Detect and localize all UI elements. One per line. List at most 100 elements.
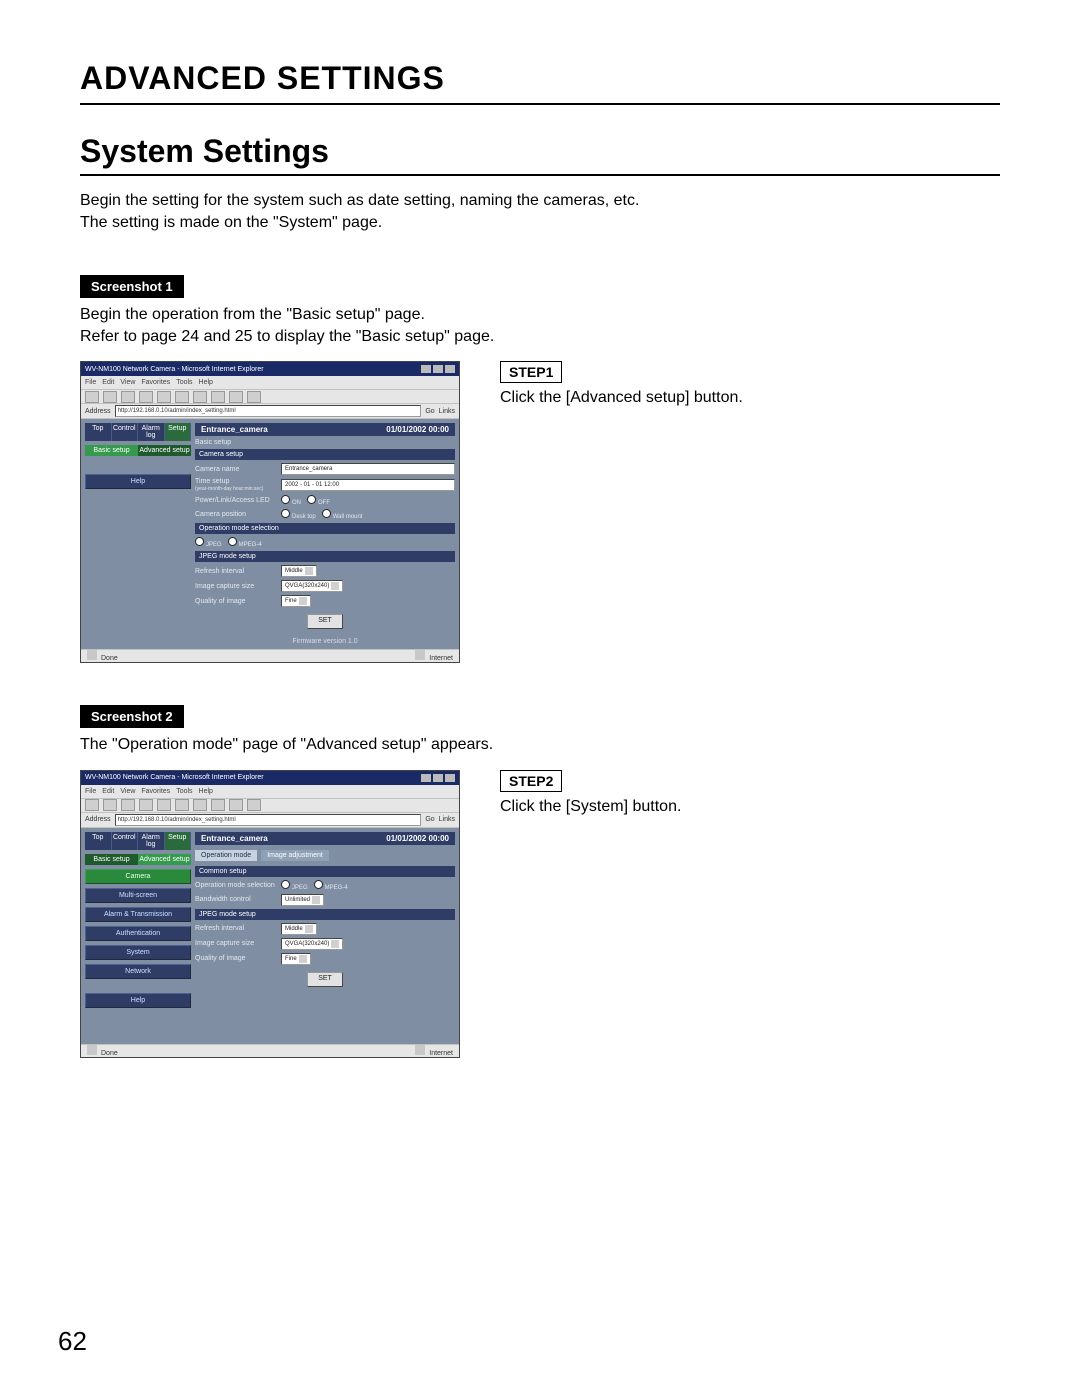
history-icon[interactable] bbox=[211, 799, 225, 811]
chevron-down-icon bbox=[331, 582, 339, 590]
menu-file[interactable]: File bbox=[85, 788, 96, 795]
subtab-image-adjustment[interactable]: Image adjustment bbox=[261, 850, 329, 861]
time-setup-label-text: Time setup bbox=[195, 478, 229, 485]
print-icon[interactable] bbox=[247, 391, 261, 403]
sidebar-item-system[interactable]: System bbox=[85, 945, 191, 960]
tab-top[interactable]: Top bbox=[85, 423, 112, 441]
close-icon[interactable] bbox=[445, 774, 455, 782]
content-header: Entrance_camera 01/01/2002 00:00 bbox=[195, 423, 455, 436]
tab-control[interactable]: Control bbox=[112, 832, 139, 850]
tab-advanced-setup[interactable]: Advanced setup bbox=[138, 854, 191, 865]
opmode-jpeg-radio[interactable]: JPEG bbox=[281, 880, 308, 891]
maximize-icon[interactable] bbox=[433, 365, 443, 373]
tab-setup[interactable]: Setup bbox=[165, 423, 192, 441]
home-icon[interactable] bbox=[157, 391, 171, 403]
close-icon[interactable] bbox=[445, 365, 455, 373]
capsize-value: QVGA(320x240) bbox=[285, 939, 329, 949]
links-label[interactable]: Links bbox=[439, 816, 455, 823]
section-opmode: Operation mode selection bbox=[195, 523, 455, 534]
menu-edit[interactable]: Edit bbox=[102, 788, 114, 795]
back-icon[interactable] bbox=[85, 391, 99, 403]
page-subtitle: System Settings bbox=[80, 133, 1000, 170]
sidebar-item-help[interactable]: Help bbox=[85, 474, 191, 489]
links-label[interactable]: Links bbox=[439, 408, 455, 415]
led-off-label: OFF bbox=[318, 500, 330, 506]
maximize-icon[interactable] bbox=[433, 774, 443, 782]
subtab-operation-mode[interactable]: Operation mode bbox=[195, 850, 257, 861]
go-button[interactable]: Go bbox=[425, 816, 434, 823]
history-icon[interactable] bbox=[211, 391, 225, 403]
tab-basic-setup[interactable]: Basic setup bbox=[85, 445, 138, 456]
capsize-select[interactable]: QVGA(320x240) bbox=[281, 938, 343, 950]
sidebar-item-alarm[interactable]: Alarm & Transmission bbox=[85, 907, 191, 922]
position-wall-label: Wall mount bbox=[333, 514, 363, 520]
time-setup-field[interactable]: 2002 - 01 - 01 12:00 bbox=[281, 479, 455, 491]
menu-file[interactable]: File bbox=[85, 379, 96, 386]
menu-help[interactable]: Help bbox=[199, 788, 213, 795]
screenshot-1-label: Screenshot 1 bbox=[80, 275, 184, 298]
screenshot-2-window: WV-NM100 Network Camera - Microsoft Inte… bbox=[80, 770, 460, 1058]
camera-name-field[interactable]: Entrance_camera bbox=[281, 463, 455, 475]
position-desktop-radio[interactable]: Desk top bbox=[281, 509, 316, 520]
position-desktop-label: Desk top bbox=[292, 514, 316, 520]
tab-advanced-setup[interactable]: Advanced setup bbox=[138, 445, 191, 456]
quality-label: Quality of image bbox=[195, 598, 277, 605]
refresh-icon[interactable] bbox=[139, 391, 153, 403]
mail-icon[interactable] bbox=[229, 391, 243, 403]
refresh-icon[interactable] bbox=[139, 799, 153, 811]
home-icon[interactable] bbox=[157, 799, 171, 811]
led-on-radio[interactable]: ON bbox=[281, 495, 301, 506]
position-wall-radio[interactable]: Wall mount bbox=[322, 509, 363, 520]
tab-setup[interactable]: Setup bbox=[165, 832, 192, 850]
address-label: Address bbox=[85, 408, 111, 415]
set-button[interactable]: SET bbox=[307, 972, 343, 987]
address-input[interactable]: http://192.168.0.10/admin/index_setting.… bbox=[115, 405, 422, 417]
favorites-icon[interactable] bbox=[193, 799, 207, 811]
menu-favorites[interactable]: Favorites bbox=[141, 379, 170, 386]
tab-alarmlog[interactable]: Alarm log bbox=[138, 423, 165, 441]
stop-icon[interactable] bbox=[121, 799, 135, 811]
quality-select[interactable]: Fine bbox=[281, 953, 311, 965]
tab-control[interactable]: Control bbox=[112, 423, 139, 441]
opmode-mpeg4-radio[interactable]: MPEG-4 bbox=[314, 880, 348, 891]
forward-icon[interactable] bbox=[103, 391, 117, 403]
menu-tools[interactable]: Tools bbox=[176, 788, 192, 795]
opmode-jpeg-radio[interactable]: JPEG bbox=[195, 537, 222, 548]
opmode-jpeg-label: JPEG bbox=[292, 885, 308, 891]
menu-help[interactable]: Help bbox=[199, 379, 213, 386]
sidebar-item-help[interactable]: Help bbox=[85, 993, 191, 1008]
minimize-icon[interactable] bbox=[421, 365, 431, 373]
sidebar-item-camera[interactable]: Camera bbox=[85, 869, 191, 884]
address-input[interactable]: http://192.168.0.10/admin/index_setting.… bbox=[115, 814, 422, 826]
tab-alarmlog[interactable]: Alarm log bbox=[138, 832, 165, 850]
search-icon[interactable] bbox=[175, 391, 189, 403]
favorites-icon[interactable] bbox=[193, 391, 207, 403]
minimize-icon[interactable] bbox=[421, 774, 431, 782]
print-icon[interactable] bbox=[247, 799, 261, 811]
stop-icon[interactable] bbox=[121, 391, 135, 403]
menu-view[interactable]: View bbox=[120, 788, 135, 795]
refresh-select[interactable]: Middle bbox=[281, 923, 317, 935]
search-icon[interactable] bbox=[175, 799, 189, 811]
tab-basic-setup[interactable]: Basic setup bbox=[85, 854, 138, 865]
menu-favorites[interactable]: Favorites bbox=[141, 788, 170, 795]
tab-top[interactable]: Top bbox=[85, 832, 112, 850]
capsize-select[interactable]: QVGA(320x240) bbox=[281, 580, 343, 592]
bandwidth-select[interactable]: Unlimited bbox=[281, 894, 324, 906]
mail-icon[interactable] bbox=[229, 799, 243, 811]
set-button[interactable]: SET bbox=[307, 614, 343, 629]
menu-tools[interactable]: Tools bbox=[176, 379, 192, 386]
refresh-select[interactable]: Middle bbox=[281, 565, 317, 577]
menu-edit[interactable]: Edit bbox=[102, 379, 114, 386]
menu-view[interactable]: View bbox=[120, 379, 135, 386]
refresh-label: Refresh interval bbox=[195, 925, 277, 932]
led-off-radio[interactable]: OFF bbox=[307, 495, 330, 506]
forward-icon[interactable] bbox=[103, 799, 117, 811]
go-button[interactable]: Go bbox=[425, 408, 434, 415]
sidebar-item-multiscreen[interactable]: Multi-screen bbox=[85, 888, 191, 903]
sidebar-item-authentication[interactable]: Authentication bbox=[85, 926, 191, 941]
quality-select[interactable]: Fine bbox=[281, 595, 311, 607]
sidebar-item-network[interactable]: Network bbox=[85, 964, 191, 979]
opmode-mpeg4-radio[interactable]: MPEG-4 bbox=[228, 537, 262, 548]
back-icon[interactable] bbox=[85, 799, 99, 811]
